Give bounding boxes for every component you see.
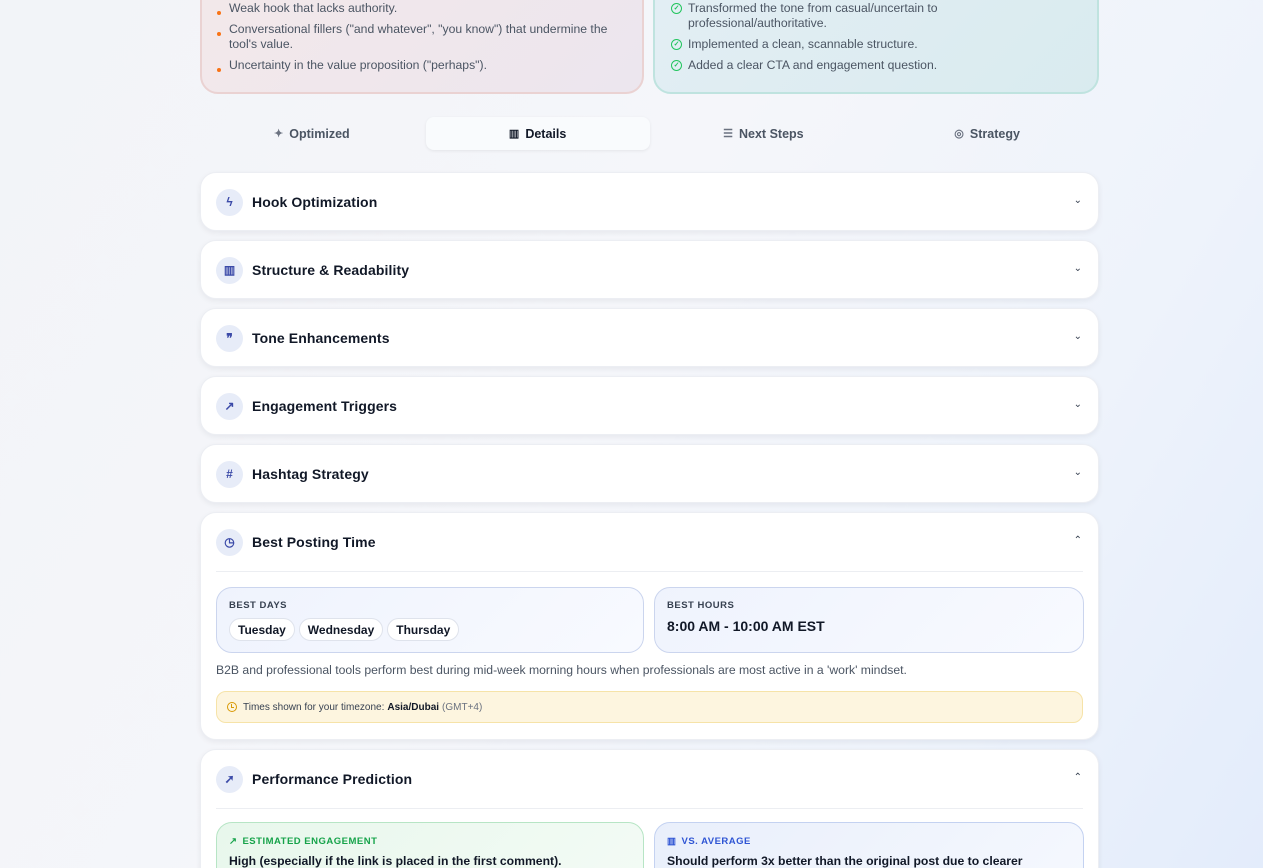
- improvement-item: ✓ Added a clear CTA and engagement questi…: [669, 58, 1077, 73]
- rocket-icon: ➚: [216, 765, 243, 793]
- section-header[interactable]: ϟ Hook Optimization ⌄: [201, 173, 1098, 231]
- tab-label: Strategy: [969, 126, 1020, 141]
- problems-list: Weak hook that lacks authority. Conversa…: [216, 1, 622, 79]
- timezone-offset: (GMT+4): [442, 701, 483, 713]
- target-icon: ◎: [954, 128, 964, 140]
- tab-label: Next Steps: [739, 126, 804, 141]
- chevron-down-icon: ⌄: [1073, 263, 1082, 274]
- section-header[interactable]: ▥ Structure & Readability ⌄: [201, 241, 1098, 299]
- section-title: Performance Prediction: [252, 771, 413, 787]
- section-divider: [216, 808, 1083, 809]
- best-days-label: BEST DAYS: [229, 600, 287, 611]
- best-days-chips: Tuesday Wednesday Thursday: [229, 618, 460, 641]
- chevron-down-icon: ⌄: [1073, 467, 1082, 478]
- chevron-down-icon: ⌄: [1073, 399, 1082, 410]
- bar-chart-icon: ▥: [508, 128, 520, 140]
- vs-average-label-text: VS. AVERAGE: [681, 836, 751, 847]
- hash-icon: #: [216, 460, 243, 488]
- improvement-text: Transformed the tone from casual/uncerta…: [688, 1, 938, 30]
- problem-item: Uncertainty in the value proposition ("p…: [216, 58, 622, 73]
- clock-icon: ◷: [216, 528, 243, 556]
- timezone-prefix: Times shown for your timezone:: [243, 701, 385, 713]
- section-title: Tone Enhancements: [252, 330, 390, 346]
- vs-average-box: ▥ VS. AVERAGE Should perform 3x better t…: [654, 822, 1084, 868]
- estimated-engagement-box: ↗ ESTIMATED ENGAGEMENT High (especially …: [216, 822, 644, 868]
- bar-chart-icon: ▥: [667, 836, 677, 847]
- improvement-text: Added a clear CTA and engagement questio…: [688, 58, 938, 72]
- section-hook-optimization: ϟ Hook Optimization ⌄: [200, 172, 1099, 231]
- section-header[interactable]: ❞ Tone Enhancements ⌄: [201, 309, 1098, 367]
- bar-chart-icon: ▥: [216, 256, 243, 284]
- section-divider: [216, 571, 1083, 572]
- check-circle-icon: ✓: [671, 60, 682, 71]
- check-circle-icon: ✓: [671, 3, 682, 14]
- section-hashtag-strategy: # Hashtag Strategy ⌄: [200, 444, 1099, 503]
- improvements-card: ✓ Transformed the tone from casual/uncert…: [653, 0, 1099, 94]
- chevron-down-icon: ⌄: [1073, 331, 1082, 342]
- list-checks-icon: ☰: [723, 128, 733, 140]
- section-title: Structure & Readability: [252, 262, 410, 278]
- tab-label: Details: [525, 126, 567, 141]
- section-performance-prediction: ➚ Performance Prediction ⌃ ↗ ESTIMATED E…: [200, 749, 1099, 868]
- timezone-notice: Times shown for your timezone: Asia/Duba…: [216, 691, 1083, 723]
- sparkles-icon: ✦: [274, 128, 284, 140]
- trending-up-icon: ↗: [216, 392, 243, 420]
- zap-icon: ϟ: [216, 188, 243, 216]
- section-title: Best Posting Time: [252, 534, 376, 550]
- clock-icon: [227, 702, 237, 712]
- section-title: Hook Optimization: [252, 194, 378, 210]
- posting-time-description: B2B and professional tools perform best …: [216, 663, 907, 677]
- best-hours-label: BEST HOURS: [667, 600, 735, 611]
- estimated-engagement-label: ↗ ESTIMATED ENGAGEMENT: [229, 836, 377, 847]
- check-circle-icon: ✓: [671, 39, 682, 50]
- estimated-engagement-label-text: ESTIMATED ENGAGEMENT: [242, 836, 378, 847]
- improvements-list: ✓ Transformed the tone from casual/uncert…: [669, 1, 1077, 79]
- chevron-up-icon: ⌃: [1073, 535, 1082, 546]
- problem-item: Weak hook that lacks authority.: [216, 1, 622, 16]
- day-chip: Thursday: [387, 618, 460, 641]
- tab-bar: ✦ Optimized ▥ Details ☰ Next Steps ◎ Str…: [200, 117, 1099, 150]
- section-header[interactable]: ↗ Engagement Triggers ⌄: [201, 377, 1098, 435]
- section-best-posting-time: ◷ Best Posting Time ⌃ BEST DAYS Tuesday …: [200, 512, 1099, 740]
- section-title: Engagement Triggers: [252, 398, 398, 414]
- section-tone-enhancements: ❞ Tone Enhancements ⌄: [200, 308, 1099, 367]
- message-quote-icon: ❞: [216, 324, 243, 352]
- problem-item: Conversational fillers ("and whatever", …: [216, 22, 622, 52]
- chevron-down-icon: ⌄: [1073, 195, 1082, 206]
- vs-average-label: ▥ VS. AVERAGE: [667, 836, 751, 847]
- problems-card: Weak hook that lacks authority. Conversa…: [200, 0, 644, 94]
- tab-next-steps[interactable]: ☰ Next Steps: [652, 117, 876, 150]
- section-header[interactable]: # Hashtag Strategy ⌄: [201, 445, 1098, 503]
- improvement-text: Implemented a clean, scannable structure…: [688, 37, 918, 51]
- improvement-item: ✓ Implemented a clean, scannable structur…: [669, 37, 1077, 52]
- timezone-name: Asia/Dubai: [387, 701, 440, 713]
- section-header[interactable]: ◷ Best Posting Time ⌃: [201, 513, 1098, 571]
- tab-label: Optimized: [289, 126, 350, 141]
- section-engagement-triggers: ↗ Engagement Triggers ⌄: [200, 376, 1099, 435]
- tab-strategy[interactable]: ◎ Strategy: [875, 117, 1099, 150]
- best-hours-value: 8:00 AM - 10:00 AM EST: [667, 618, 825, 634]
- best-hours-box: BEST HOURS 8:00 AM - 10:00 AM EST: [654, 587, 1084, 653]
- trending-up-icon: ↗: [229, 836, 238, 847]
- estimated-engagement-value: High (especially if the link is placed i…: [229, 854, 562, 868]
- tab-details[interactable]: ▥ Details: [425, 117, 650, 150]
- section-title: Hashtag Strategy: [252, 466, 369, 482]
- tab-optimized[interactable]: ✦ Optimized: [200, 117, 424, 150]
- chevron-up-icon: ⌃: [1073, 772, 1082, 783]
- section-header[interactable]: ➚ Performance Prediction ⌃: [201, 750, 1098, 808]
- day-chip: Wednesday: [298, 618, 384, 641]
- section-structure-readability: ▥ Structure & Readability ⌄: [200, 240, 1099, 299]
- vs-average-value: Should perform 3x better than the origin…: [667, 854, 1023, 868]
- improvement-item: ✓ Transformed the tone from casual/uncert…: [669, 1, 1077, 31]
- day-chip: Tuesday: [229, 618, 295, 641]
- best-days-box: BEST DAYS Tuesday Wednesday Thursday: [216, 587, 644, 653]
